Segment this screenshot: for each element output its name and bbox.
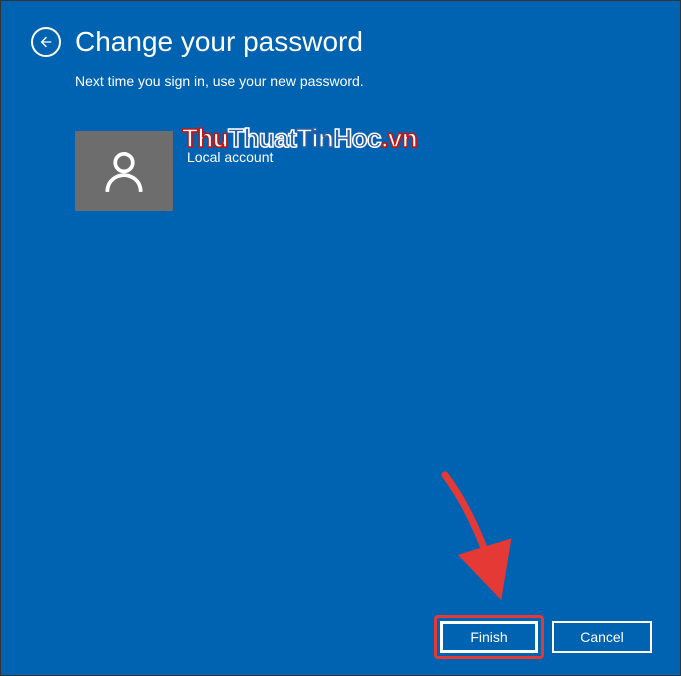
finish-button[interactable]: Finish (440, 621, 538, 653)
content-area: ThuThuatTinHoc.vn Local account (1, 89, 680, 211)
cancel-button[interactable]: Cancel (552, 621, 652, 653)
arrow-left-icon (38, 34, 54, 50)
finish-highlight: Finish (434, 615, 544, 659)
user-icon (99, 146, 149, 196)
avatar (75, 131, 173, 211)
account-type-label: Local account (187, 149, 273, 165)
page-subtitle: Next time you sign in, use your new pass… (1, 67, 680, 89)
footer-buttons: Finish Cancel (440, 621, 652, 653)
annotation-arrow (430, 465, 520, 605)
page-title: Change your password (75, 28, 363, 56)
back-button[interactable] (31, 27, 61, 57)
